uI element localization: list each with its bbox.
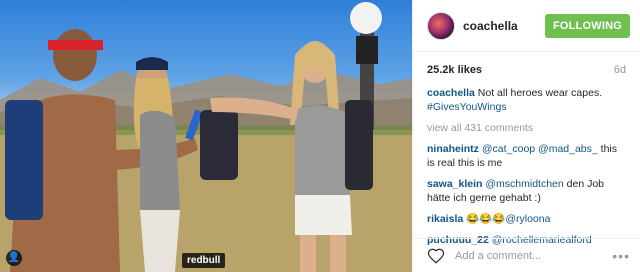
post-photo[interactable]: 👤 redbull (0, 0, 412, 272)
caption-hashtag[interactable]: #GivesYouWings (427, 101, 507, 113)
header-username[interactable]: coachella (463, 19, 545, 33)
instagram-post: 👤 redbull coachella FOLLOWING 25.2k like… (0, 0, 640, 272)
comment-username[interactable]: sawa_klein (427, 178, 482, 190)
likes-count[interactable]: 25.2k likes (427, 64, 482, 76)
comment-list: coachella Not all heroes wear capes. #Gi… (413, 76, 640, 247)
caption-text: Not all heroes wear capes. (477, 87, 603, 99)
avatar[interactable] (427, 11, 455, 40)
list-item: rikaisla 😂😂😂@ryloona (427, 212, 626, 226)
comment-mention[interactable]: @cat_coop @mad_abs_ (482, 143, 598, 155)
heart-icon[interactable] (427, 247, 445, 265)
comment-composer: Add a comment... ••• (413, 238, 640, 272)
photo-tag-label[interactable]: redbull (182, 253, 226, 268)
comment-username[interactable]: ninaheintz (427, 143, 479, 155)
caption-username[interactable]: coachella (427, 87, 475, 99)
caption: coachella Not all heroes wear capes. #Gi… (427, 86, 626, 114)
comment-emoji: 😂😂😂 (466, 213, 506, 225)
user-tag-icon[interactable]: 👤 (6, 250, 22, 266)
post-stats: 25.2k likes 6d (413, 52, 640, 76)
photo-scene (0, 2, 412, 272)
post-time[interactable]: 6d (614, 64, 626, 76)
comment-username[interactable]: rikaisla (427, 213, 463, 225)
view-all-comments-link[interactable]: view all 431 comments (427, 121, 626, 135)
comment-mention[interactable]: @ryloona (505, 213, 550, 225)
post-sidebar: coachella FOLLOWING 25.2k likes 6d coach… (412, 0, 640, 272)
list-item: sawa_klein @mschmidtchen den Job hätte i… (427, 177, 626, 205)
add-comment-input[interactable]: Add a comment... (455, 250, 612, 262)
more-options-icon[interactable]: ••• (612, 248, 630, 264)
post-header: coachella FOLLOWING (413, 0, 640, 52)
list-item: ninaheintz @cat_coop @mad_abs_ this is r… (427, 142, 626, 170)
following-button[interactable]: FOLLOWING (544, 13, 630, 38)
comment-mention[interactable]: @mschmidtchen (485, 178, 563, 190)
